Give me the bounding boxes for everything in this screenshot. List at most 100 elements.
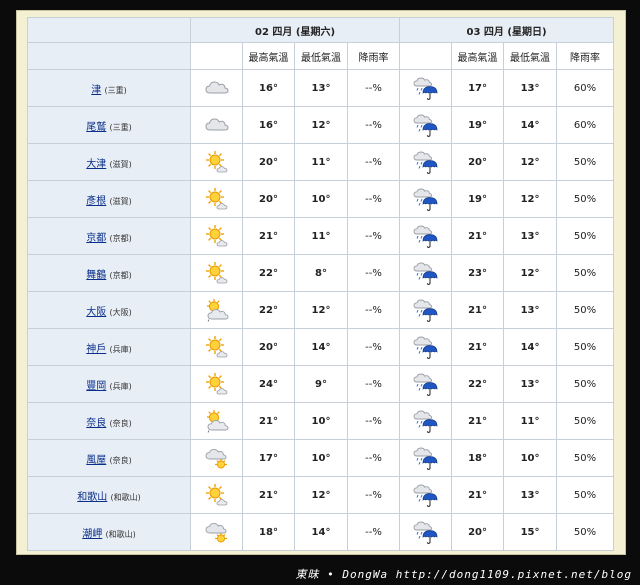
rain-chance: --% — [346, 513, 401, 551]
cloud-rain-umbrella-icon — [399, 402, 453, 440]
low-temp: 12° — [503, 254, 558, 292]
rain-chance: --% — [346, 106, 401, 144]
day2-low-header: 最低氣溫 — [503, 42, 558, 70]
rain-chance: 50% — [556, 254, 615, 292]
low-temp: 12° — [294, 476, 348, 514]
location-cell: 豐岡 (兵庫) — [27, 365, 191, 403]
low-temp: 11° — [503, 402, 558, 440]
low-temp: 13° — [503, 69, 558, 107]
high-temp: 24° — [242, 365, 295, 403]
rain-chance: --% — [346, 254, 401, 292]
sunny-cloud-icon — [190, 143, 243, 181]
location-link[interactable]: 尾鷲 — [86, 122, 106, 133]
high-temp: 20° — [451, 143, 505, 181]
forecast-rows: 津 (三重) 16° 13° --% 17° 13° 60% 尾鷲 (三重) 16° 12° --%… — [27, 69, 615, 551]
rain-chance: 50% — [556, 143, 615, 181]
day1-low-header: 最低氣溫 — [294, 42, 348, 70]
low-temp: 13° — [294, 69, 348, 107]
low-temp: 14° — [503, 328, 558, 366]
day1-rain-header: 降雨率 — [346, 42, 401, 70]
day2-high-header: 最高氣溫 — [451, 42, 505, 70]
rain-chance: --% — [346, 402, 401, 440]
low-temp: 12° — [503, 180, 558, 218]
location-cell: 大津 (滋賀) — [27, 143, 191, 181]
table-row: 彥根 (滋賀) 20° 10° --% 19° 12° 50% — [27, 180, 615, 218]
cloud-rain-umbrella-icon — [399, 143, 453, 181]
location-cell: 京都 (京都) — [27, 217, 191, 255]
rain-chance: 50% — [556, 439, 615, 477]
high-temp: 20° — [451, 513, 505, 551]
location-cell: 潮岬 (和歌山) — [27, 513, 191, 551]
high-temp: 22° — [242, 254, 295, 292]
rain-chance: 50% — [556, 402, 615, 440]
day2-icon-col — [399, 42, 453, 70]
rain-chance: 50% — [556, 217, 615, 255]
day2-header: 03 四月 (星期日) — [399, 17, 615, 43]
prefecture-label: (京都) — [109, 270, 132, 280]
location-link[interactable]: 神戶 — [86, 344, 106, 355]
prefecture-label: (奈良) — [109, 418, 132, 428]
rain-chance: --% — [346, 180, 401, 218]
cloud-sun-icon — [190, 439, 243, 477]
location-link[interactable]: 大阪 — [86, 307, 106, 318]
location-link[interactable]: 津 — [91, 85, 101, 96]
prefecture-label: (大阪) — [109, 307, 132, 317]
table-row: 奈良 (奈良) 21° 10° --% 21° 11° 50% — [27, 402, 615, 440]
low-temp: 13° — [503, 476, 558, 514]
low-temp: 10° — [294, 439, 348, 477]
table-row: 尾鷲 (三重) 16° 12° --% 19° 14° 60% — [27, 106, 615, 144]
high-temp: 20° — [242, 180, 295, 218]
location-link[interactable]: 潮岬 — [82, 529, 102, 540]
table-row: 津 (三重) 16° 13° --% 17° 13° 60% — [27, 69, 615, 107]
high-temp: 21° — [242, 217, 295, 255]
location-link[interactable]: 風屋 — [86, 455, 106, 466]
location-link[interactable]: 彥根 — [86, 196, 106, 207]
rain-chance: 50% — [556, 291, 615, 329]
watermark: 東昧 • DongWa http://dong1109.pixnet.net/b… — [295, 568, 632, 581]
rain-chance: 50% — [556, 180, 615, 218]
cloud-rain-umbrella-icon — [399, 365, 453, 403]
sunny-cloud-icon — [190, 476, 243, 514]
high-temp: 17° — [451, 69, 505, 107]
low-temp: 14° — [294, 328, 348, 366]
rain-chance: --% — [346, 69, 401, 107]
high-temp: 23° — [451, 254, 505, 292]
sunny-cloud-icon — [190, 180, 243, 218]
high-temp: 20° — [242, 143, 295, 181]
location-cell: 尾鷲 (三重) — [27, 106, 191, 144]
location-cell: 大阪 (大阪) — [27, 291, 191, 329]
cloud-rain-umbrella-icon — [399, 513, 453, 551]
corner-cell-sub — [27, 42, 191, 70]
location-link[interactable]: 豐岡 — [86, 381, 106, 392]
table-row: 風屋 (奈良) 17° 10° --% 18° 10° 50% — [27, 439, 615, 477]
location-link[interactable]: 和歌山 — [77, 492, 107, 503]
low-temp: 11° — [294, 217, 348, 255]
high-temp: 22° — [242, 291, 295, 329]
location-link[interactable]: 奈良 — [86, 418, 106, 429]
cloudy-icon — [190, 106, 243, 144]
prefecture-label: (三重) — [109, 122, 132, 132]
cloud-rain-umbrella-icon — [399, 180, 453, 218]
high-temp: 21° — [451, 476, 505, 514]
sunny-cloud-icon — [190, 217, 243, 255]
rain-chance: 50% — [556, 365, 615, 403]
low-temp: 13° — [503, 217, 558, 255]
high-temp: 17° — [242, 439, 295, 477]
cloud-sun-icon — [190, 513, 243, 551]
high-temp: 19° — [451, 180, 505, 218]
low-temp: 8° — [294, 254, 348, 292]
day1-icon-col — [190, 42, 243, 70]
low-temp: 12° — [294, 106, 348, 144]
rain-chance: --% — [346, 439, 401, 477]
rain-chance: 60% — [556, 106, 615, 144]
location-link[interactable]: 大津 — [86, 159, 106, 170]
location-cell: 津 (三重) — [27, 69, 191, 107]
high-temp: 19° — [451, 106, 505, 144]
location-link[interactable]: 舞鶴 — [86, 270, 106, 281]
high-temp: 21° — [451, 291, 505, 329]
prefecture-label: (滋賀) — [109, 159, 132, 169]
table-row: 大津 (滋賀) 20° 11° --% 20° 12° 50% — [27, 143, 615, 181]
location-link[interactable]: 京都 — [86, 233, 106, 244]
high-temp: 22° — [451, 365, 505, 403]
forecast-table: 02 四月 (星期六) 03 四月 (星期日) 最高氣溫 最低氣溫 降雨率 最高… — [27, 17, 615, 551]
